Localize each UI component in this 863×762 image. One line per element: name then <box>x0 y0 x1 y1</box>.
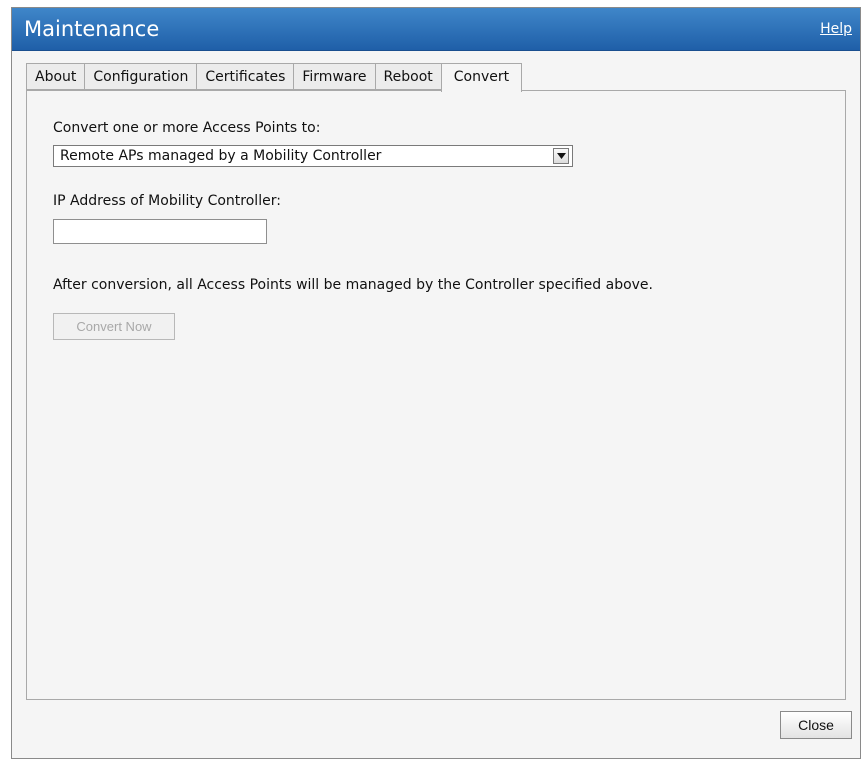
close-button[interactable]: Close <box>780 711 852 739</box>
convert-target-select[interactable]: Remote APs managed by a Mobility Control… <box>53 145 573 167</box>
convert-target-label: Convert one or more Access Points to: <box>53 120 321 136</box>
help-link[interactable]: Help <box>820 21 852 37</box>
tab-convert[interactable]: Convert <box>440 63 523 92</box>
convert-panel: Convert one or more Access Points to: Re… <box>26 90 846 700</box>
tab-firmware[interactable]: Firmware <box>293 63 375 90</box>
tab-certificates[interactable]: Certificates <box>196 63 294 90</box>
tab-reboot[interactable]: Reboot <box>374 63 441 90</box>
tab-bar: About Configuration Certificates Firmwar… <box>26 63 523 92</box>
conversion-note: After conversion, all Access Points will… <box>53 277 653 293</box>
dialog-title: Maintenance <box>24 17 160 41</box>
convert-now-button[interactable]: Convert Now <box>53 313 175 340</box>
tab-about[interactable]: About <box>26 63 85 90</box>
tab-configuration[interactable]: Configuration <box>84 63 197 90</box>
convert-target-select-value: Remote APs managed by a Mobility Control… <box>60 148 382 164</box>
dropdown-arrow-icon[interactable] <box>553 148 569 164</box>
ip-address-label: IP Address of Mobility Controller: <box>53 193 281 209</box>
maintenance-dialog: Maintenance Help About Configuration Cer… <box>11 7 861 759</box>
ip-address-input[interactable] <box>53 219 267 244</box>
dialog-titlebar: Maintenance Help <box>12 8 860 51</box>
